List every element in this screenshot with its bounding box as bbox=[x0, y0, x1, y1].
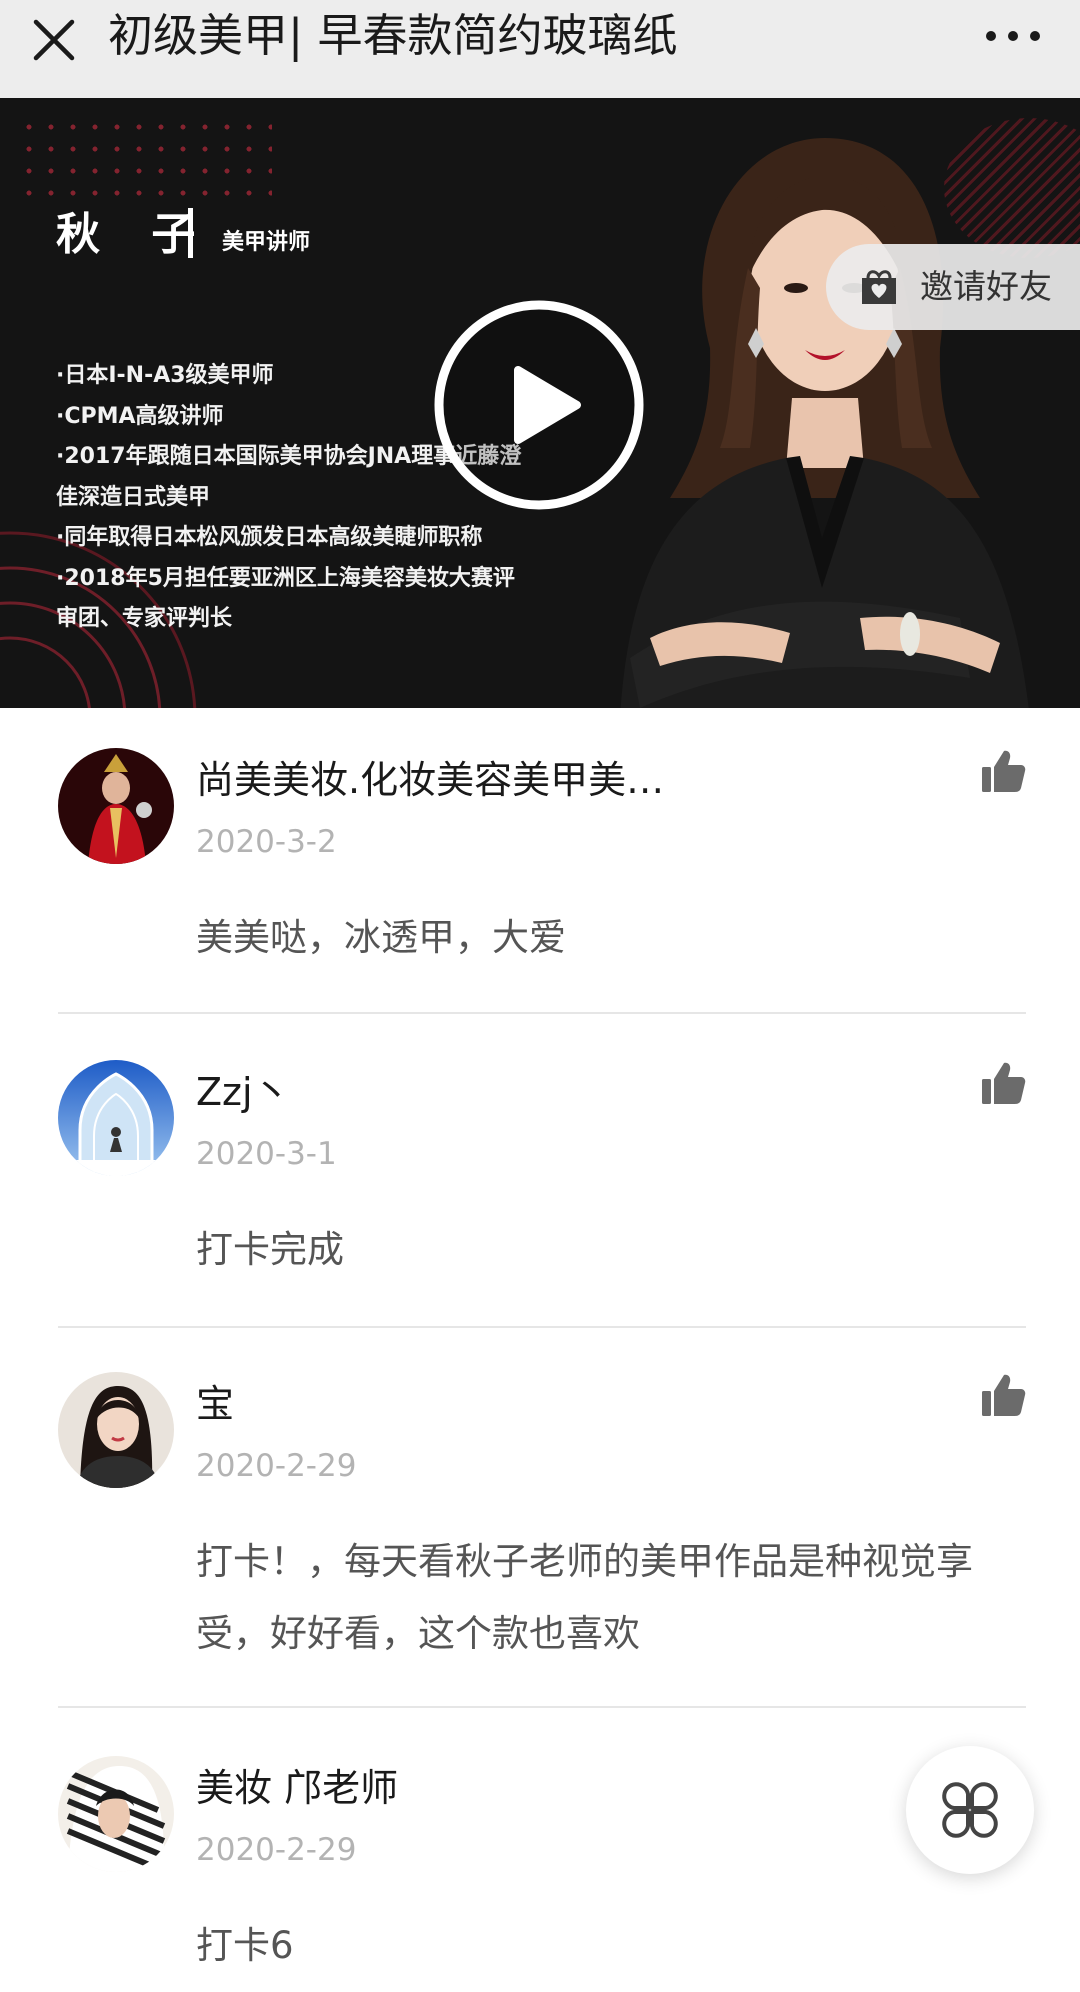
bio-line: 审团、专家评判长 bbox=[56, 606, 233, 631]
thumbs-up-icon[interactable] bbox=[980, 748, 1026, 794]
floating-menu-button[interactable] bbox=[906, 1746, 1034, 1874]
thumbs-up-icon[interactable] bbox=[980, 1372, 1026, 1418]
invite-friends-label: 邀请好友 bbox=[920, 267, 1052, 306]
divider bbox=[58, 1706, 1026, 1708]
decorative-dot-grid bbox=[18, 116, 272, 198]
invite-friends-button[interactable]: 邀请好友 bbox=[826, 244, 1080, 330]
commenter-name: 美妆 邝老师 bbox=[196, 1766, 399, 1810]
avatar[interactable] bbox=[58, 1060, 174, 1176]
comment-text: 打卡！，每天看秋子老师的美甲作品是种视觉享受，好好看，这个款也喜欢 bbox=[196, 1540, 973, 1655]
play-icon bbox=[434, 300, 644, 510]
comment-text: 美美哒，冰透甲，大爱 bbox=[196, 916, 566, 959]
comment-date: 2020-2-29 bbox=[196, 1448, 357, 1484]
close-icon[interactable] bbox=[28, 14, 80, 66]
comment-item: Zzj丶 2020-3-1 打卡完成 bbox=[0, 1020, 1080, 1330]
top-bar: 初级美甲| 早春款简约玻璃纸 bbox=[0, 0, 1080, 98]
comment-item: 宝 2020-2-29 打卡！，每天看秋子老师的美甲作品是种视觉享受，好好看，这… bbox=[0, 1332, 1080, 1712]
play-button[interactable] bbox=[434, 300, 644, 510]
comment-item: 尚美美妆.化妆美容美甲美… 2020-3-2 美美哒，冰透甲，大爱 bbox=[0, 708, 1080, 1014]
comment-text: 打卡完成 bbox=[196, 1228, 344, 1271]
avatar[interactable] bbox=[58, 1372, 174, 1488]
comment-date: 2020-2-29 bbox=[196, 1832, 357, 1868]
bio-line: ·2018年5月担任要亚洲区上海美容美妆大赛评 bbox=[56, 565, 515, 591]
thumbs-up-icon[interactable] bbox=[980, 1060, 1026, 1106]
course-video[interactable]: 秋 子 美甲讲师 ·日本I-N-A3级美甲师 ·CPMA高级讲师 ·2017年跟… bbox=[0, 98, 1080, 708]
comment-text: 打卡6 bbox=[196, 1924, 294, 1967]
gift-heart-icon bbox=[862, 270, 896, 304]
bio-line: ·同年取得日本松风颁发日本高级美睫师职称 bbox=[56, 525, 483, 550]
page-title: 初级美甲| 早春款简约玻璃纸 bbox=[108, 9, 678, 62]
menu-grid-icon bbox=[942, 1782, 998, 1838]
commenter-name: Zzj丶 bbox=[196, 1070, 291, 1114]
avatar[interactable] bbox=[58, 748, 174, 864]
comment-date: 2020-3-1 bbox=[196, 1136, 337, 1172]
divider bbox=[58, 1326, 1026, 1328]
avatar[interactable] bbox=[58, 1756, 174, 1872]
more-dots-icon[interactable] bbox=[980, 18, 1050, 54]
name-divider bbox=[188, 208, 193, 258]
teacher-role: 美甲讲师 bbox=[222, 230, 311, 255]
comment-date: 2020-3-2 bbox=[196, 824, 337, 860]
comment-item: 美妆 邝老师 2020-2-29 打卡6 bbox=[0, 1716, 1080, 1992]
commenter-name: 尚美美妆.化妆美容美甲美… bbox=[196, 758, 665, 802]
commenter-name: 宝 bbox=[196, 1382, 235, 1426]
divider bbox=[58, 1012, 1026, 1014]
